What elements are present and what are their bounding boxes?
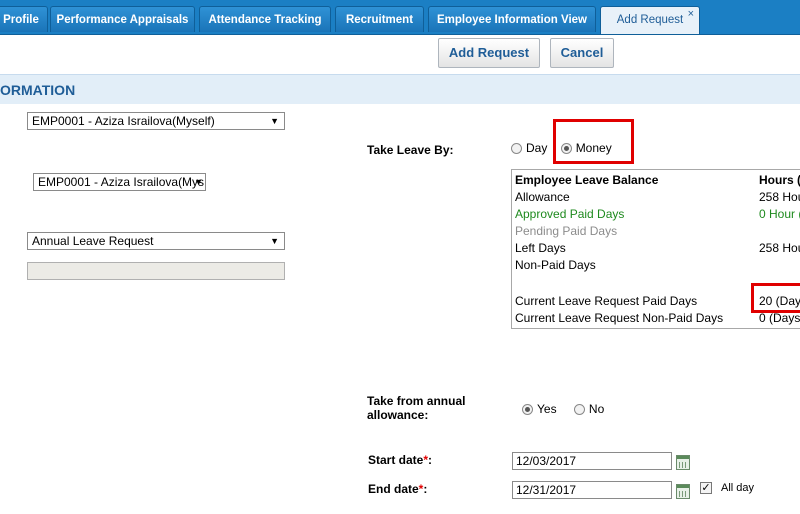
balance-row-label: Non-Paid Days bbox=[515, 258, 596, 272]
take-leave-by-label: Take Leave By: bbox=[367, 143, 454, 157]
radio-day[interactable]: Day bbox=[511, 141, 547, 155]
label-colon: : bbox=[423, 482, 428, 496]
calendar-icon[interactable] bbox=[676, 455, 690, 470]
dropdown-arrow-icon: ▼ bbox=[270, 116, 279, 126]
radio-no-icon[interactable] bbox=[573, 404, 585, 415]
tab-performance-appraisals[interactable]: Performance Appraisals bbox=[50, 6, 195, 32]
tab-employee-information-view[interactable]: Employee Information View bbox=[428, 6, 596, 32]
close-icon[interactable]: × bbox=[688, 1, 694, 27]
balance-row-label: Left Days bbox=[515, 241, 566, 255]
start-date-label: Start date*: bbox=[368, 453, 432, 467]
take-from-annual-label-line1: Take from annual bbox=[367, 394, 466, 408]
balance-header-value: Hours ( bbox=[759, 173, 800, 187]
section-header: ORMATION bbox=[0, 74, 800, 104]
take-from-annual-radios: Yes No bbox=[522, 402, 604, 416]
tab-recruitment[interactable]: Recruitment bbox=[335, 6, 424, 32]
disabled-field bbox=[27, 262, 285, 280]
radio-yes-icon[interactable] bbox=[522, 404, 533, 415]
radio-day-icon[interactable] bbox=[511, 143, 522, 154]
tab-profile[interactable]: Profile bbox=[0, 6, 48, 32]
employee-select-value: EMP0001 - Aziza Israilova(Myself) bbox=[32, 114, 215, 128]
balance-row-label: Current Leave Request Non-Paid Days bbox=[515, 311, 724, 325]
highlight-box-money bbox=[553, 119, 634, 164]
tab-add-request[interactable]: Add Request × bbox=[600, 6, 700, 34]
balance-row-label: Allowance bbox=[515, 190, 570, 204]
take-from-annual-label: Take from annual allowance: bbox=[367, 394, 465, 422]
employee-select-secondary[interactable]: EMP0001 - Aziza Israilova(Mys ▼ bbox=[33, 173, 206, 191]
toolbar: Add Request Cancel bbox=[0, 35, 800, 73]
radio-no-label: No bbox=[588, 402, 605, 416]
section-title: ORMATION bbox=[0, 82, 76, 98]
radio-day-label: Day bbox=[526, 141, 548, 155]
leave-type-select[interactable]: Annual Leave Request ▼ bbox=[27, 232, 285, 250]
balance-row-value: 0 (Days bbox=[759, 311, 800, 325]
dropdown-arrow-icon: ▼ bbox=[270, 236, 279, 246]
tab-add-request-label: Add Request bbox=[616, 14, 684, 26]
take-from-annual-label-line2: allowance: bbox=[367, 408, 429, 422]
balance-row-label: Current Leave Request Paid Days bbox=[515, 294, 698, 308]
add-request-button[interactable]: Add Request bbox=[438, 38, 540, 68]
employee-select[interactable]: EMP0001 - Aziza Israilova(Myself) ▼ bbox=[27, 112, 285, 130]
all-day-label: All day bbox=[721, 482, 755, 494]
leave-type-select-value: Annual Leave Request bbox=[32, 234, 154, 248]
end-date-label-text: End date bbox=[368, 482, 419, 496]
radio-yes-label: Yes bbox=[537, 402, 557, 416]
balance-row-label: Approved Paid Days bbox=[515, 207, 625, 221]
balance-row-label: Pending Paid Days bbox=[515, 224, 618, 238]
start-date-input[interactable]: 12/03/2017 bbox=[512, 452, 672, 470]
dropdown-arrow-icon: ▼ bbox=[194, 177, 203, 187]
radio-yes[interactable]: Yes bbox=[522, 402, 557, 416]
start-date-label-text: Start date bbox=[368, 453, 424, 467]
balance-row-value: 258 Hou bbox=[759, 241, 800, 255]
cancel-button[interactable]: Cancel bbox=[550, 38, 614, 68]
tab-attendance-tracking[interactable]: Attendance Tracking bbox=[199, 6, 331, 32]
all-day-checkbox[interactable]: ✓ bbox=[700, 482, 712, 494]
tab-bar: Profile Performance Appraisals Attendanc… bbox=[0, 0, 800, 35]
label-colon: : bbox=[428, 453, 433, 467]
employee-select-secondary-value: EMP0001 - Aziza Israilova(Mys bbox=[38, 175, 205, 189]
calendar-icon[interactable] bbox=[676, 484, 690, 499]
balance-row-value: 258 Hou bbox=[759, 190, 800, 204]
balance-row-value: 0 Hour ( bbox=[759, 207, 800, 221]
highlight-box-paid-days bbox=[751, 283, 800, 313]
end-date-label: End date*: bbox=[368, 482, 427, 496]
radio-no[interactable]: No bbox=[573, 402, 605, 416]
balance-header: Employee Leave Balance bbox=[515, 173, 659, 187]
end-date-input[interactable]: 12/31/2017 bbox=[512, 481, 672, 499]
